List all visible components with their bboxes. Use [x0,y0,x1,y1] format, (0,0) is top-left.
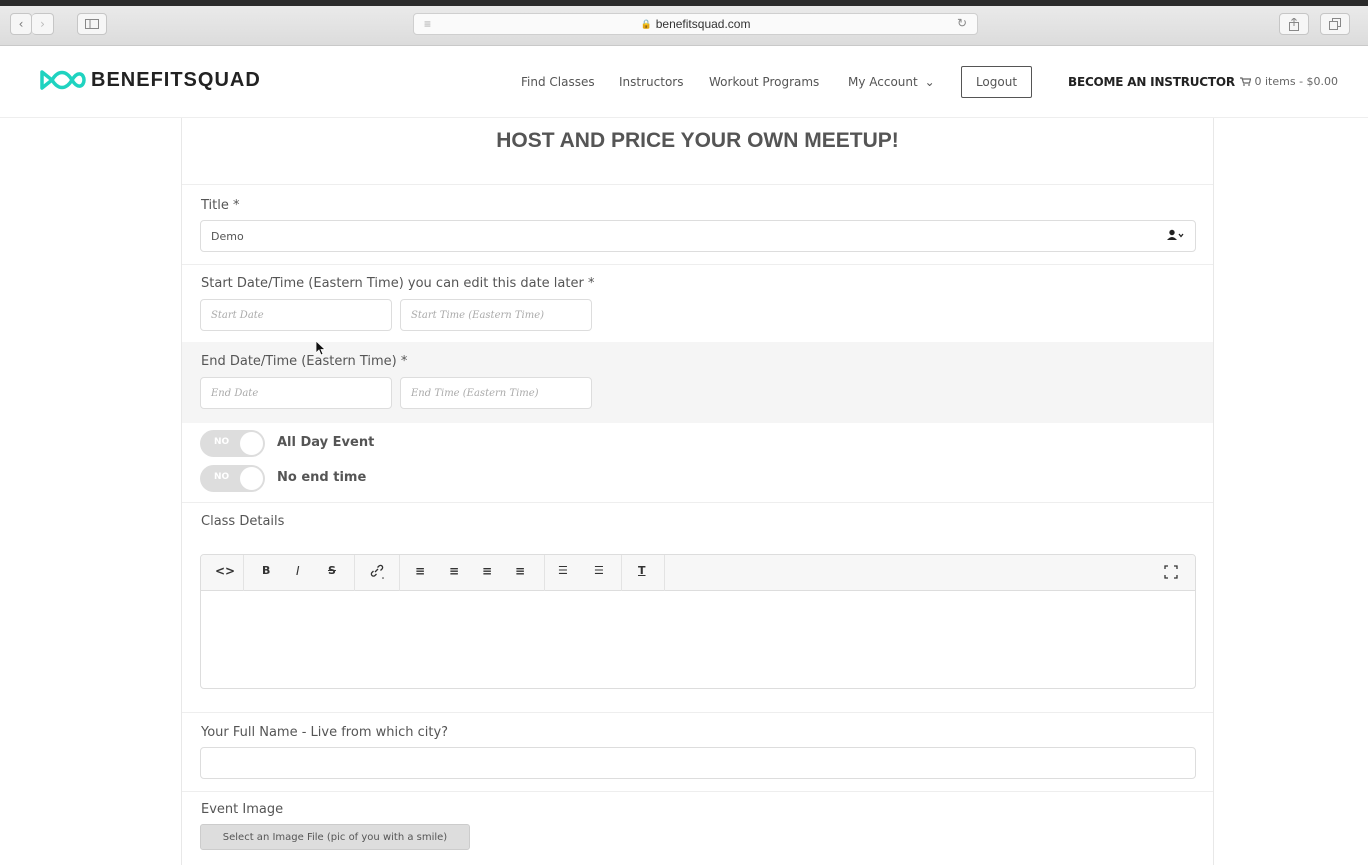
user-dropdown-icon[interactable] [1167,229,1185,244]
start-time-input[interactable]: Start Time (Eastern Time) [400,299,592,331]
address-bar[interactable]: ≡ 🔒 benefitsquad.com ↻ [413,13,978,35]
toolbar-separator [243,555,244,591]
meetup-form-panel: HOST AND PRICE YOUR OWN MEETUP! Title * … [181,118,1214,865]
fullscreen-button[interactable] [1164,565,1178,582]
full-name-input[interactable] [200,747,1196,779]
url-text: benefitsquad.com [655,17,751,31]
start-date-placeholder: Start Date [211,309,264,321]
cart-summary: 0 items - $0.00 [1254,75,1339,88]
nav-my-account-label: My Account [848,75,918,89]
title-label: Title * [201,198,240,213]
forward-button[interactable]: › [32,13,54,35]
chevron-right-icon: › [40,17,45,31]
all-day-label: All Day Event [277,435,375,450]
divider [182,264,1213,265]
divider [182,184,1213,185]
fullscreen-icon [1164,565,1178,579]
class-details-label: Class Details [201,514,285,529]
nav-find-classes[interactable]: Find Classes [521,75,595,89]
brand-logo[interactable]: BENEFITSQUAD [38,66,261,94]
strikethrough-button[interactable]: S [328,564,336,577]
back-button[interactable]: ‹ [10,13,32,35]
reader-icon[interactable]: ≡ [424,17,431,31]
cart-icon [1240,77,1252,86]
site-header: BENEFITSQUAD Find Classes Instructors Wo… [0,46,1368,118]
nav-instructors[interactable]: Instructors [619,75,683,89]
share-button[interactable] [1279,13,1309,35]
end-date-placeholder: End Date [211,387,259,399]
sidebar-icon [85,19,99,29]
page-title: HOST AND PRICE YOUR OWN MEETUP! [496,129,899,152]
all-day-toggle[interactable]: NO [200,430,265,457]
end-date-input[interactable]: End Date [200,377,392,409]
chevron-down-icon: ⌄ [924,75,935,89]
toolbar-separator [664,555,665,591]
browser-toolbar: ‹ › ≡ 🔒 benefitsquad.com ↻ [0,0,1368,46]
class-details-editor[interactable]: <> B I S ≡ ≡ ≡ ≡ ☰ ☰ T [200,554,1196,689]
start-datetime-label: Start Date/Time (Eastern Time) you can e… [201,276,595,291]
editor-toolbar: <> B I S ≡ ≡ ≡ ≡ ☰ ☰ T [201,555,1195,591]
toggle-state: NO [214,472,230,482]
window-top-bar [0,0,1368,6]
toolbar-separator [621,555,622,591]
sidebar-button[interactable] [77,13,107,35]
select-image-button[interactable]: Select an Image File (pic of you with a … [200,824,470,850]
toolbar-separator [354,555,355,591]
toggle-knob [239,466,264,491]
end-time-input[interactable]: End Time (Eastern Time) [400,377,592,409]
toggle-state: NO [214,437,230,447]
share-icon [1289,17,1299,31]
event-image-label: Event Image [201,802,284,817]
divider [182,502,1213,503]
cart-link[interactable]: 0 items - $0.00 [1240,75,1338,88]
title-input-value: Demo [211,229,244,243]
chevron-left-icon: ‹ [18,17,24,31]
title-input[interactable]: Demo [200,220,1196,252]
italic-button[interactable]: I [296,564,300,578]
end-datetime-label: End Date/Time (Eastern Time) * [201,354,408,369]
code-view-button[interactable]: <> [215,564,235,578]
tabs-icon [1329,18,1341,30]
align-justify-button[interactable]: ≡ [515,564,525,578]
toolbar-separator [544,555,545,591]
start-time-placeholder: Start Time (Eastern Time) [411,309,545,321]
toggle-knob [239,431,264,456]
reload-icon[interactable]: ↻ [957,16,967,30]
divider [182,712,1213,713]
align-right-button[interactable]: ≡ [482,564,492,578]
brand-name: BENEFITSQUAD [91,68,261,91]
logout-button[interactable]: Logout [961,66,1032,98]
tabs-button[interactable] [1320,13,1350,35]
mouse-cursor-icon [315,340,327,360]
bold-button[interactable]: B [262,564,270,577]
toolbar-separator [399,555,400,591]
start-date-input[interactable]: Start Date [200,299,392,331]
link-icon [370,564,384,579]
bullet-list-button[interactable]: ☰ [558,564,568,577]
no-end-time-toggle[interactable]: NO [200,465,265,492]
nav-my-account[interactable]: My Account ⌄ [848,75,935,89]
infinity-logo-icon [40,70,86,90]
become-instructor-link[interactable]: BECOME AN INSTRUCTOR [1068,75,1235,89]
nav-workout-programs[interactable]: Workout Programs [709,75,819,89]
end-time-placeholder: End Time (Eastern Time) [411,387,539,399]
no-end-time-label: No end time [277,470,367,485]
align-center-button[interactable]: ≡ [449,564,459,578]
divider [182,791,1213,792]
align-left-button[interactable]: ≡ [415,564,425,578]
clear-format-button[interactable]: T [638,564,646,577]
full-name-label: Your Full Name - Live from which city? [201,725,449,740]
link-button[interactable] [369,563,385,582]
numbered-list-button[interactable]: ☰ [594,564,604,577]
lock-icon: 🔒 [640,18,652,29]
